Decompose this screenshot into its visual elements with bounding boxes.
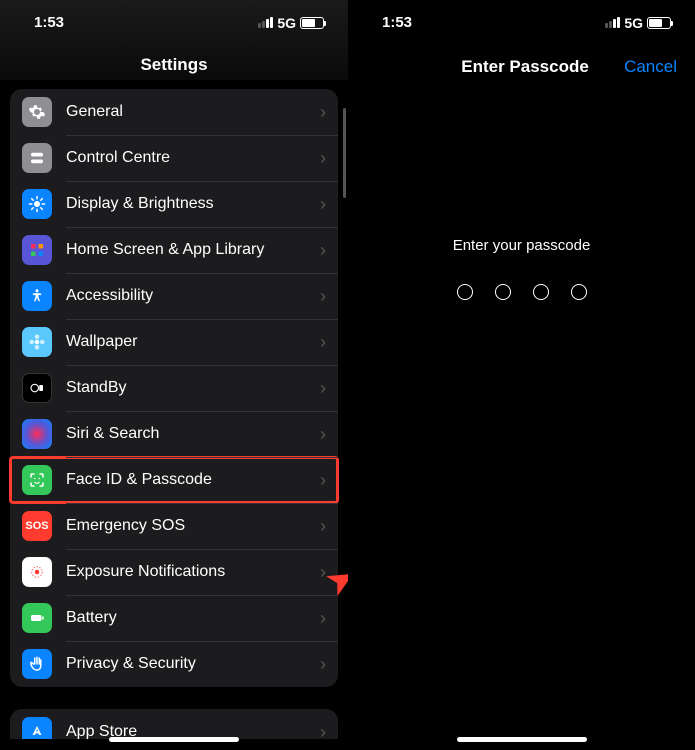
- row-label: Exposure Notifications: [66, 563, 320, 581]
- status-indicators: 5G: [605, 15, 671, 31]
- passcode-dot: [533, 284, 549, 300]
- flower-icon: [22, 327, 52, 357]
- chevron-right-icon: ›: [320, 286, 326, 307]
- passcode-dot: [495, 284, 511, 300]
- passcode-screen: 1:53 5G Enter Passcode Cancel Enter your…: [348, 0, 695, 750]
- passcode-body: Enter your passcode: [348, 237, 695, 300]
- settings-row-display[interactable]: Display & Brightness ›: [10, 181, 338, 227]
- face-id-icon: [22, 465, 52, 495]
- page-title: Settings: [0, 37, 348, 89]
- row-label: Face ID & Passcode: [66, 471, 320, 489]
- settings-row-exposure[interactable]: Exposure Notifications ›: [10, 549, 338, 595]
- row-label: Siri & Search: [66, 425, 320, 443]
- chevron-right-icon: ›: [320, 148, 326, 169]
- settings-group-store: App Store › Wallet ›: [10, 709, 338, 739]
- status-bar: 1:53 5G: [348, 0, 695, 37]
- grid-icon: [22, 235, 52, 265]
- row-label: Privacy & Security: [66, 655, 320, 673]
- settings-row-face-id[interactable]: Face ID & Passcode ›: [10, 457, 338, 503]
- row-label: Display & Brightness: [66, 195, 320, 213]
- sliders-icon: [22, 143, 52, 173]
- settings-row-privacy[interactable]: Privacy & Security ›: [10, 641, 338, 687]
- chevron-right-icon: ›: [320, 424, 326, 445]
- row-label: Home Screen & App Library: [66, 241, 320, 259]
- row-label: Emergency SOS: [66, 517, 320, 535]
- home-indicator[interactable]: [109, 737, 239, 742]
- siri-icon: [22, 419, 52, 449]
- chevron-right-icon: ›: [320, 102, 326, 123]
- settings-row-siri[interactable]: Siri & Search ›: [10, 411, 338, 457]
- passcode-dot: [571, 284, 587, 300]
- settings-row-wallpaper[interactable]: Wallpaper ›: [10, 319, 338, 365]
- accessibility-icon: [22, 281, 52, 311]
- settings-row-app-store[interactable]: App Store ›: [10, 709, 338, 739]
- chevron-right-icon: ›: [320, 194, 326, 215]
- row-label: StandBy: [66, 379, 320, 397]
- settings-group-main: General › Control Centre › Display & Bri…: [10, 89, 338, 687]
- sun-icon: [22, 189, 52, 219]
- sos-icon: SOS: [22, 511, 52, 541]
- settings-row-accessibility[interactable]: Accessibility ›: [10, 273, 338, 319]
- status-time: 1:53: [34, 14, 64, 31]
- settings-list[interactable]: General › Control Centre › Display & Bri…: [0, 89, 348, 739]
- chevron-right-icon: ›: [320, 378, 326, 399]
- passcode-header: Enter Passcode Cancel: [348, 37, 695, 97]
- chevron-right-icon: ›: [320, 470, 326, 491]
- passcode-prompt: Enter your passcode: [348, 237, 695, 254]
- app-store-icon: [22, 717, 52, 739]
- settings-row-home-screen[interactable]: Home Screen & App Library ›: [10, 227, 338, 273]
- signal-icon: [258, 17, 273, 28]
- exposure-icon: [22, 557, 52, 587]
- network-label: 5G: [277, 15, 296, 31]
- row-label: Battery: [66, 609, 320, 627]
- chevron-right-icon: ›: [320, 722, 326, 740]
- battery-icon: [300, 17, 324, 29]
- settings-row-emergency-sos[interactable]: SOS Emergency SOS ›: [10, 503, 338, 549]
- row-label: Accessibility: [66, 287, 320, 305]
- row-label: General: [66, 103, 320, 121]
- chevron-right-icon: ›: [320, 654, 326, 675]
- row-label: Wallpaper: [66, 333, 320, 351]
- settings-row-control-centre[interactable]: Control Centre ›: [10, 135, 338, 181]
- status-indicators: 5G: [258, 15, 324, 31]
- settings-row-standby[interactable]: StandBy ›: [10, 365, 338, 411]
- battery-icon: [647, 17, 671, 29]
- passcode-dot: [457, 284, 473, 300]
- gear-icon: [22, 97, 52, 127]
- cancel-button[interactable]: Cancel: [624, 57, 677, 77]
- chevron-right-icon: ›: [320, 562, 326, 583]
- settings-row-battery[interactable]: Battery ›: [10, 595, 338, 641]
- network-label: 5G: [624, 15, 643, 31]
- status-bar: 1:53 5G: [0, 0, 348, 37]
- status-time: 1:53: [382, 14, 412, 31]
- chevron-right-icon: ›: [320, 332, 326, 353]
- clock-icon: [22, 373, 52, 403]
- chevron-right-icon: ›: [320, 608, 326, 629]
- settings-row-general[interactable]: General ›: [10, 89, 338, 135]
- row-label: Control Centre: [66, 149, 320, 167]
- passcode-dots: [348, 284, 695, 300]
- passcode-title: Enter Passcode: [461, 57, 589, 77]
- home-indicator[interactable]: [457, 737, 587, 742]
- hand-icon: [22, 649, 52, 679]
- chevron-right-icon: ›: [320, 240, 326, 261]
- signal-icon: [605, 17, 620, 28]
- settings-screen: 1:53 5G Settings General › Control Centr…: [0, 0, 348, 750]
- chevron-right-icon: ›: [320, 516, 326, 537]
- battery-full-icon: [22, 603, 52, 633]
